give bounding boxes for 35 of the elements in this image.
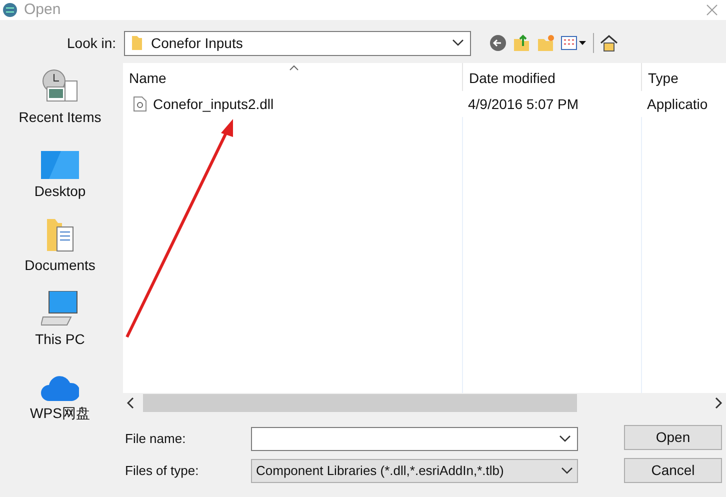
file-type-dropdown[interactable]: Component Libraries (*.dll,*.esriAddIn,*.tlb) xyxy=(251,459,578,483)
dropdown-chevron-icon xyxy=(561,467,573,475)
folder-icon xyxy=(131,35,143,51)
dialog-button[interactable]: Cancel xyxy=(624,458,722,483)
window-title: Open xyxy=(24,0,61,20)
sort-caret-icon xyxy=(289,65,299,71)
file-name-label: File name: xyxy=(125,430,187,448)
desktop-icon xyxy=(41,151,79,179)
back-icon[interactable] xyxy=(489,34,507,52)
file-type-label: Files of type: xyxy=(125,462,200,480)
column-header[interactable]: Name xyxy=(123,63,462,91)
dropdown-chevron-icon xyxy=(559,435,571,443)
computer-icon xyxy=(41,291,79,327)
sidebar-item[interactable]: Desktop xyxy=(3,145,117,199)
view-menu-icon[interactable] xyxy=(561,35,587,51)
look-in-dropdown[interactable]: Conefor Inputs xyxy=(124,30,471,56)
sidebar-item[interactable]: Documents xyxy=(3,219,117,273)
file-name-field[interactable] xyxy=(251,427,578,451)
dll-file-icon xyxy=(133,96,147,112)
type-cell-text: Applicatio xyxy=(646,94,709,114)
folder-with-document-icon xyxy=(45,217,75,253)
dialog-button[interactable]: Open xyxy=(624,425,722,450)
dropdown-chevron-icon xyxy=(452,39,464,47)
date-cell-text: 4/9/2016 5:07 PM xyxy=(467,94,580,114)
close-icon[interactable] xyxy=(706,4,718,16)
home-icon[interactable] xyxy=(600,34,618,52)
cloud-icon xyxy=(41,375,79,401)
sidebar-item[interactable]: WPS网盘 xyxy=(3,367,117,421)
sidebar-item[interactable]: This PC xyxy=(3,293,117,347)
column-header[interactable]: Date modified xyxy=(462,63,641,91)
column-header[interactable]: Type xyxy=(641,63,726,91)
file-name-cell[interactable]: Conefor_inputs2.dll xyxy=(123,94,462,114)
up-folder-icon[interactable] xyxy=(513,34,531,52)
look-in-label: Look in: xyxy=(67,34,118,52)
sidebar-item[interactable]: Recent Items xyxy=(3,71,117,125)
